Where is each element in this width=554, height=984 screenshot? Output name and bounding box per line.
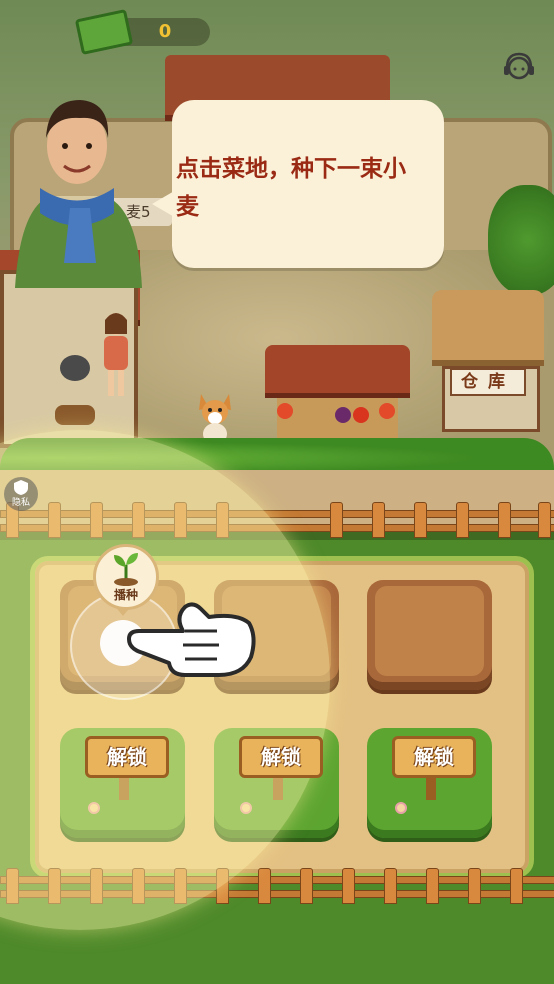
tutorial-line-1: 点击菜地，种下一束小	[176, 156, 406, 182]
tutorial-instruction: 点击菜地，种下一束小 麦	[176, 150, 438, 226]
shield-icon	[14, 480, 28, 495]
soil-plot-3[interactable]	[367, 580, 492, 690]
privacy-label: 隐私	[11, 498, 30, 508]
tree	[488, 185, 554, 295]
stall-roof	[265, 345, 410, 398]
tomato-icon	[353, 407, 369, 423]
farmer-girl-character[interactable]	[98, 310, 134, 400]
firewood	[55, 405, 95, 425]
unlock-button[interactable]: 解锁	[85, 736, 169, 778]
vegetable-stall[interactable]	[265, 345, 410, 445]
locked-plot-3[interactable]: 解锁	[367, 728, 492, 838]
eggplant-icon	[335, 407, 351, 423]
lantern-icon	[277, 403, 293, 419]
guide-character	[15, 100, 142, 288]
pointing-hand-icon	[127, 602, 256, 677]
warehouse-roof	[432, 290, 544, 366]
cash-value: 0	[158, 21, 172, 42]
warehouse-sign: 仓库	[450, 368, 526, 396]
pot	[60, 355, 90, 381]
unlock-button[interactable]: 解锁	[239, 736, 323, 778]
customer-service-icon[interactable]	[502, 50, 536, 84]
flower-icon	[395, 802, 407, 814]
privacy-button[interactable]: 隐私	[4, 477, 38, 511]
warehouse-building[interactable]: 仓库	[432, 290, 544, 432]
speech-bubble-tail	[152, 190, 176, 218]
tutorial-line-2: 麦	[176, 194, 199, 220]
unlock-button[interactable]: 解锁	[392, 736, 476, 778]
sprout-icon	[114, 553, 138, 586]
lantern-icon	[379, 403, 395, 419]
